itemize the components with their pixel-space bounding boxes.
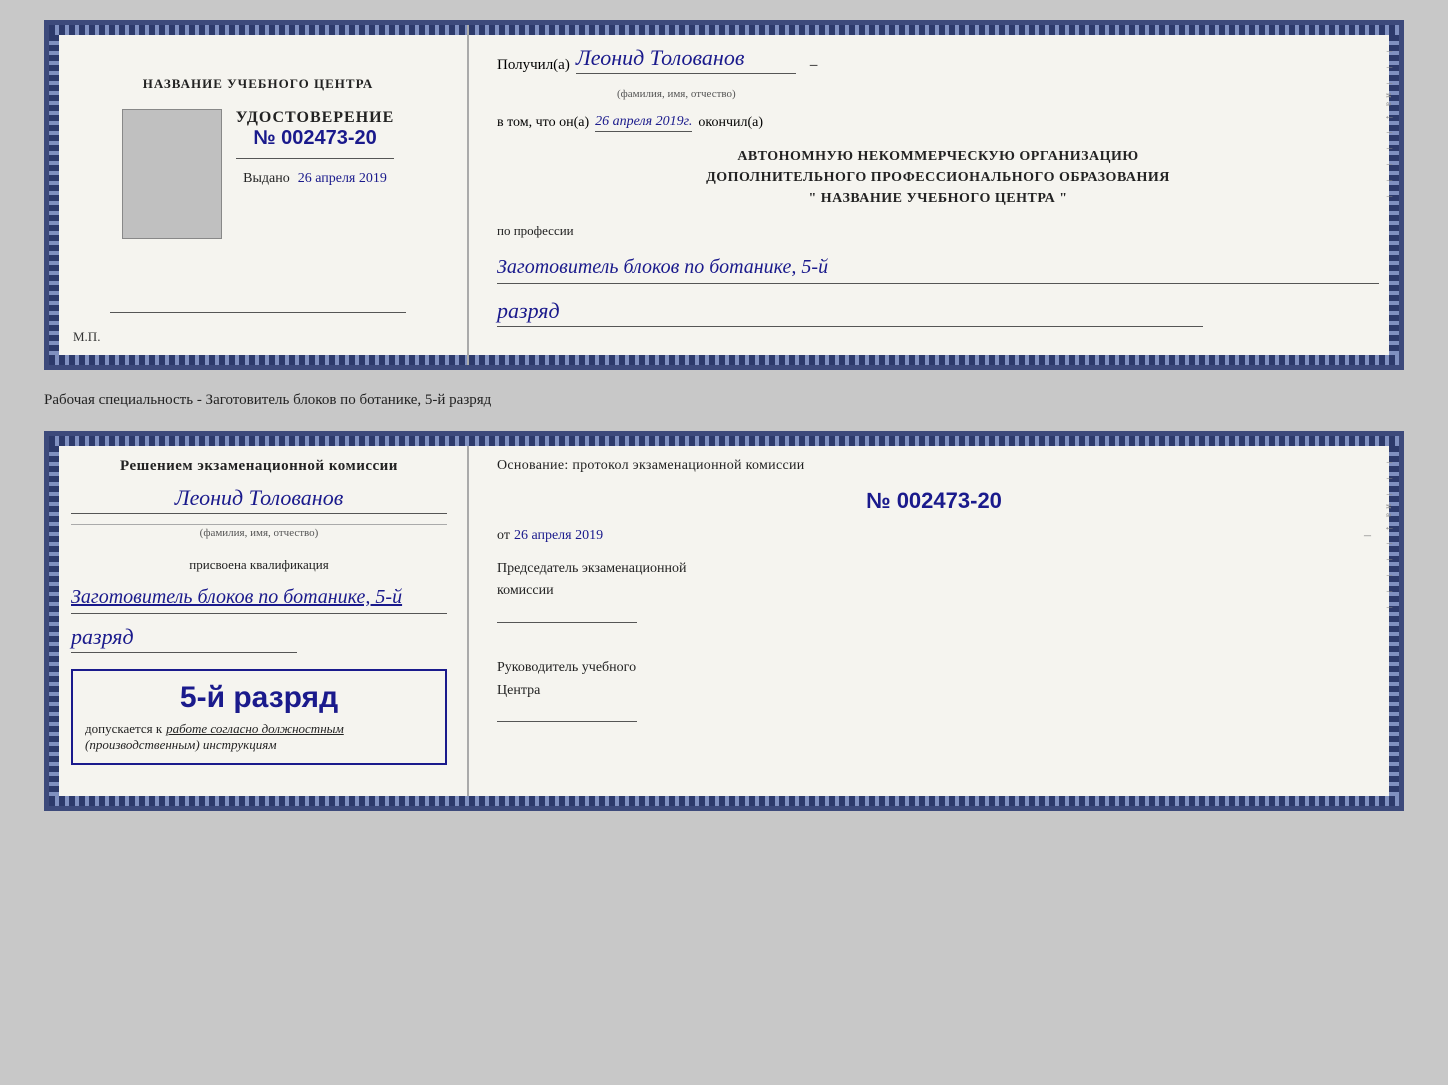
po-professii-label: по профессии (497, 223, 1379, 239)
recipient-name: Леонид Толованов (576, 45, 796, 74)
rukovoditel-signature (497, 702, 637, 722)
vtom-row: в том, что он(а) 26 апреля 2019г. окончи… (497, 114, 1379, 132)
rukovoditel-subtitle: Центра (497, 680, 1371, 702)
okoncil-date: 26 апреля 2019г. (595, 114, 692, 132)
udostoverenie-title: УДОСТОВЕРЕНИЕ (236, 109, 395, 127)
resheniem-title: Решением экзаменационной комиссии (71, 458, 447, 475)
udostoverenie-block: УДОСТОВЕРЕНИЕ № 002473-20 Выдано 26 апре… (236, 109, 395, 187)
predsedatel-subtitle: комиссии (497, 580, 1371, 602)
right-dashes-2: – – – и а ← – – – – – (1384, 456, 1395, 613)
rukovoditel-block: Руководитель учебного Центра (497, 657, 1371, 730)
stamp-rank: 5-й разряд (85, 681, 433, 715)
osnovanie-title: Основание: протокол экзаменационной коми… (497, 458, 1371, 474)
okoncil-label: окончил(а) (698, 115, 763, 131)
name2: Леонид Толованов (71, 485, 447, 514)
razryad2: разряд (71, 624, 297, 653)
poluchil-row: Получил(а) Леонид Толованов – (497, 45, 1379, 74)
org-block: АВТОНОМНУЮ НЕКОММЕРЧЕСКУЮ ОРГАНИЗАЦИЮ ДО… (497, 146, 1379, 209)
predsedatel-block: Председатель экзаменационной комиссии (497, 558, 1371, 631)
doc2-right-page: Основание: протокол экзаменационной коми… (469, 436, 1399, 806)
org-line2: ДОПОЛНИТЕЛЬНОГО ПРОФЕССИОНАЛЬНОГО ОБРАЗО… (497, 167, 1379, 188)
document-1: НАЗВАНИЕ УЧЕБНОГО ЦЕНТРА УДОСТОВЕРЕНИЕ №… (44, 20, 1404, 370)
mp-label: М.П. (73, 329, 100, 345)
photo-placeholder (122, 109, 222, 239)
ot-label: от (497, 528, 510, 544)
doc1-right-page: Получил(а) Леонид Толованов – (фамилия, … (469, 25, 1399, 365)
fio-hint-2: (фамилия, имя, отчество) (71, 524, 447, 539)
ot-date-value: 26 апреля 2019 (514, 528, 603, 544)
doc2-left-page: Решением экзаменационной комиссии Леонид… (49, 436, 469, 806)
razryad: разряд (497, 298, 1203, 327)
specialty-label: Рабочая специальность - Заготовитель бло… (44, 388, 1404, 413)
predsedatel-signature (497, 603, 637, 623)
ot-date-row: от 26 апреля 2019 – (497, 528, 1371, 544)
professiya: Заготовитель блоков по ботанике, 5-й (497, 253, 1379, 284)
protocol-number: № 002473-20 (497, 488, 1371, 514)
dopuskaetsya-instruktsii: (производственным) инструкциям (85, 737, 433, 753)
stamp-box: 5-й разряд допускается к работе согласно… (71, 669, 447, 765)
prisvoena-label: присвоена квалификация (71, 557, 447, 573)
dopuskaetsya-work: работе согласно должностным (166, 721, 344, 737)
predsedatel-title: Председатель экзаменационной (497, 558, 1371, 580)
vydano-date: 26 апреля 2019 (298, 171, 387, 186)
vtom-label: в том, что он(а) (497, 115, 589, 131)
vydano-label: Выдано (243, 171, 290, 186)
qualification: Заготовитель блоков по ботанике, 5-й (71, 583, 447, 614)
dopuskaetsya: допускается к (85, 721, 162, 737)
dopuskaetsya-row: допускается к работе согласно должностны… (85, 721, 433, 737)
rukovoditel-title: Руководитель учебного (497, 657, 1371, 679)
fio-hint-1: (фамилия, имя, отчество) (617, 88, 736, 100)
poluchil-label: Получил(а) (497, 57, 570, 74)
org-name: " НАЗВАНИЕ УЧЕБНОГО ЦЕНТРА " (497, 188, 1379, 209)
document-2: Решением экзаменационной комиссии Леонид… (44, 431, 1404, 811)
dash-1: – (810, 57, 818, 74)
doc1-left-page: НАЗВАНИЕ УЧЕБНОГО ЦЕНТРА УДОСТОВЕРЕНИЕ №… (49, 25, 469, 365)
udostoverenie-number: № 002473-20 (236, 127, 395, 150)
org-line1: АВТОНОМНУЮ НЕКОММЕРЧЕСКУЮ ОРГАНИЗАЦИЮ (497, 146, 1379, 167)
school-name-left: НАЗВАНИЕ УЧЕБНОГО ЦЕНТРА (143, 75, 374, 93)
right-dashes: – – – и а ← – – – – – (1384, 45, 1395, 202)
